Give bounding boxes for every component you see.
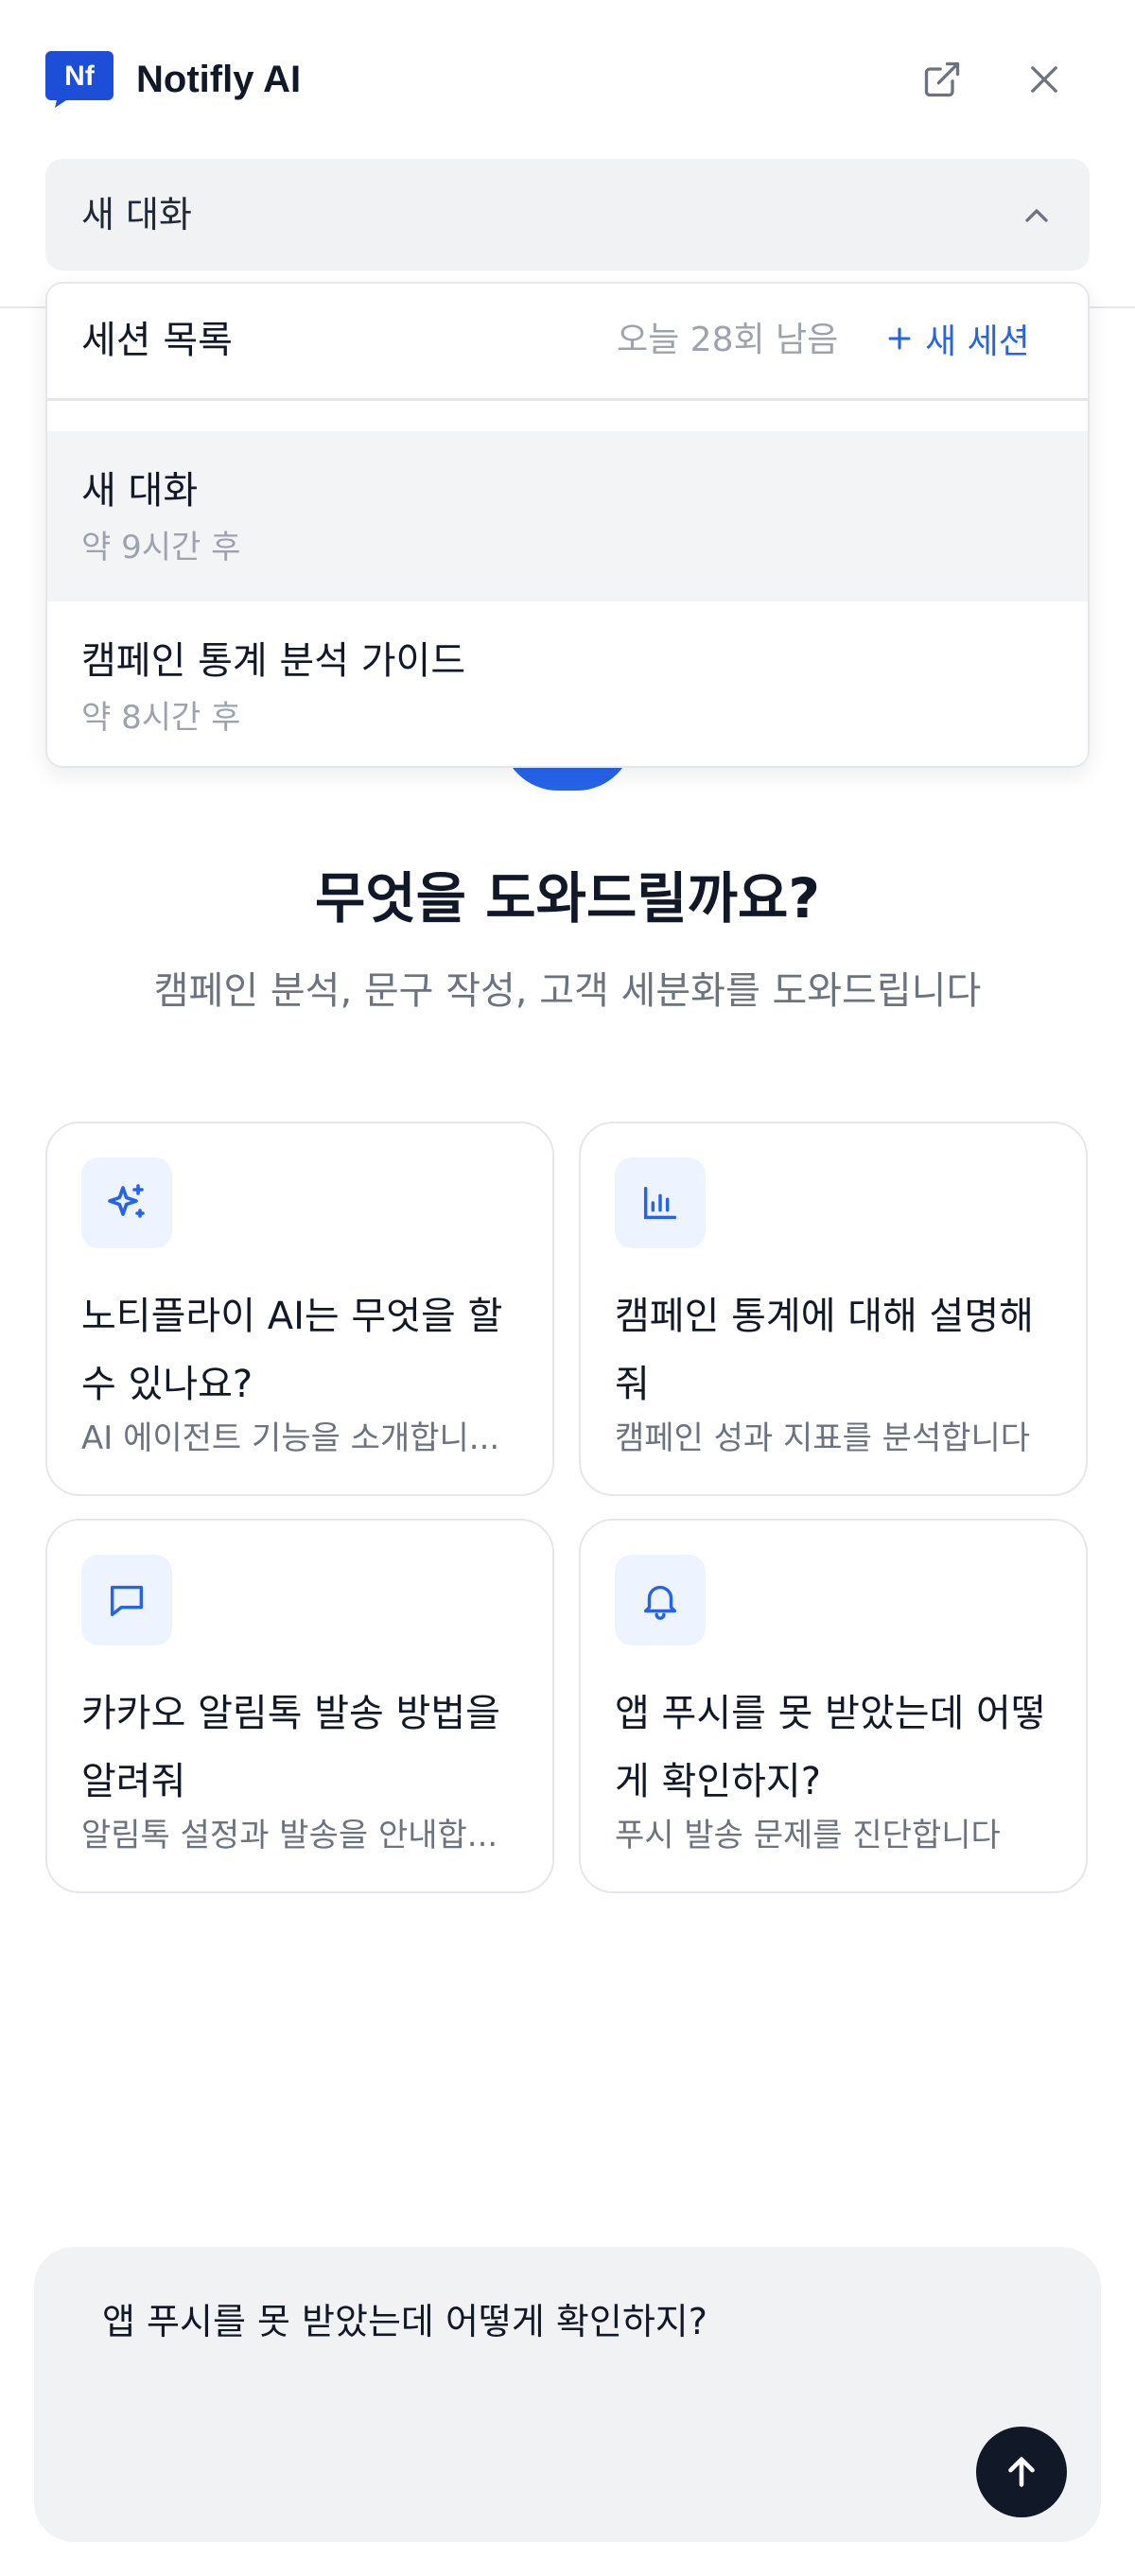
close-icon — [1031, 66, 1057, 93]
suggestion-card-desc: 알림톡 설정과 발송을 안내합... — [81, 1817, 498, 1854]
suggestion-card-title: 캠페인 통계에 대해 설명해줘 — [615, 1295, 1034, 1406]
bar-chart-icon — [615, 1157, 706, 1248]
session-item-time: 약 8시간 후 — [81, 699, 241, 737]
session-list-dropdown: 세션 목록 오늘 28회 남음 새 세션 새 대화 약 9시간 후 캠페인 통계… — [45, 282, 1090, 768]
session-item[interactable]: 새 대화 약 9시간 후 — [47, 431, 1088, 601]
suggestion-card[interactable]: 앱 푸시를 못 받았는데 어떻게 확인하지? 푸시 발송 문제를 진단합니다 — [579, 1519, 1088, 1893]
session-list-title: 세션 목록 — [81, 319, 233, 362]
new-session-button[interactable]: 새 세션 — [883, 312, 1030, 365]
suggestion-card-title: 노티플라이 AI는 무엇을 할 수 있나요? — [81, 1295, 503, 1406]
bell-icon — [615, 1555, 706, 1645]
external-link-icon — [924, 61, 960, 97]
session-selector[interactable]: 새 대화 — [45, 159, 1090, 270]
suggestion-card[interactable]: 캠페인 통계에 대해 설명해줘 캠페인 성과 지표를 분석합니다 — [579, 1122, 1088, 1496]
hero-subtitle: 캠페인 분석, 문구 작성, 고객 세분화를 도와드립니다 — [153, 969, 982, 1013]
suggestion-card-title: 카카오 알림톡 발송 방법을 알려줘 — [81, 1692, 500, 1803]
notifly-logo: Nf — [45, 51, 114, 108]
close-button[interactable] — [1022, 57, 1067, 102]
message-input[interactable]: 앱 푸시를 못 받았는데 어떻게 확인하지? — [102, 2296, 707, 2347]
plus-icon — [888, 327, 911, 350]
sparkles-icon — [81, 1157, 172, 1248]
suggestion-card[interactable]: 노티플라이 AI는 무엇을 할 수 있나요? AI 에이전트 기능을 소개합니.… — [45, 1122, 554, 1496]
app-header: Nf Notifly AI — [0, 0, 1135, 159]
remaining-count: 오늘 28회 남음 — [617, 321, 839, 359]
suggestion-card-desc: AI 에이전트 기능을 소개합니... — [81, 1419, 500, 1457]
session-item-title: 새 대화 — [81, 469, 199, 513]
send-button[interactable] — [976, 2427, 1067, 2517]
session-list-header: 세션 목록 오늘 28회 남음 새 세션 — [47, 284, 1088, 401]
suggestion-card-title: 앱 푸시를 못 받았는데 어떻게 확인하지? — [615, 1692, 1046, 1803]
current-session-label: 새 대화 — [81, 194, 192, 235]
open-external-button[interactable] — [919, 57, 965, 102]
arrow-up-icon — [1008, 2457, 1035, 2487]
suggestion-card-desc: 캠페인 성과 지표를 분석합니다 — [615, 1419, 1031, 1457]
suggestion-card-desc: 푸시 발송 문제를 진단합니다 — [615, 1817, 1001, 1854]
new-session-label: 새 세션 — [925, 322, 1030, 361]
session-item-title: 캠페인 통계 분석 가이드 — [81, 639, 466, 683]
message-composer[interactable]: 앱 푸시를 못 받았는데 어떻게 확인하지? — [34, 2247, 1101, 2542]
chat-bubble-icon — [81, 1555, 172, 1645]
session-item-time: 약 9시간 후 — [81, 529, 241, 566]
suggestion-card[interactable]: 카카오 알림톡 발송 방법을 알려줘 알림톡 설정과 발송을 안내합... — [45, 1519, 554, 1893]
svg-text:Nf: Nf — [64, 61, 96, 92]
chevron-up-icon — [1025, 209, 1048, 222]
hero-title: 무엇을 도와드릴까요? — [314, 866, 821, 931]
app-title: Notifly AI — [136, 59, 302, 100]
session-item[interactable]: 캠페인 통계 분석 가이드 약 8시간 후 — [47, 601, 1088, 766]
